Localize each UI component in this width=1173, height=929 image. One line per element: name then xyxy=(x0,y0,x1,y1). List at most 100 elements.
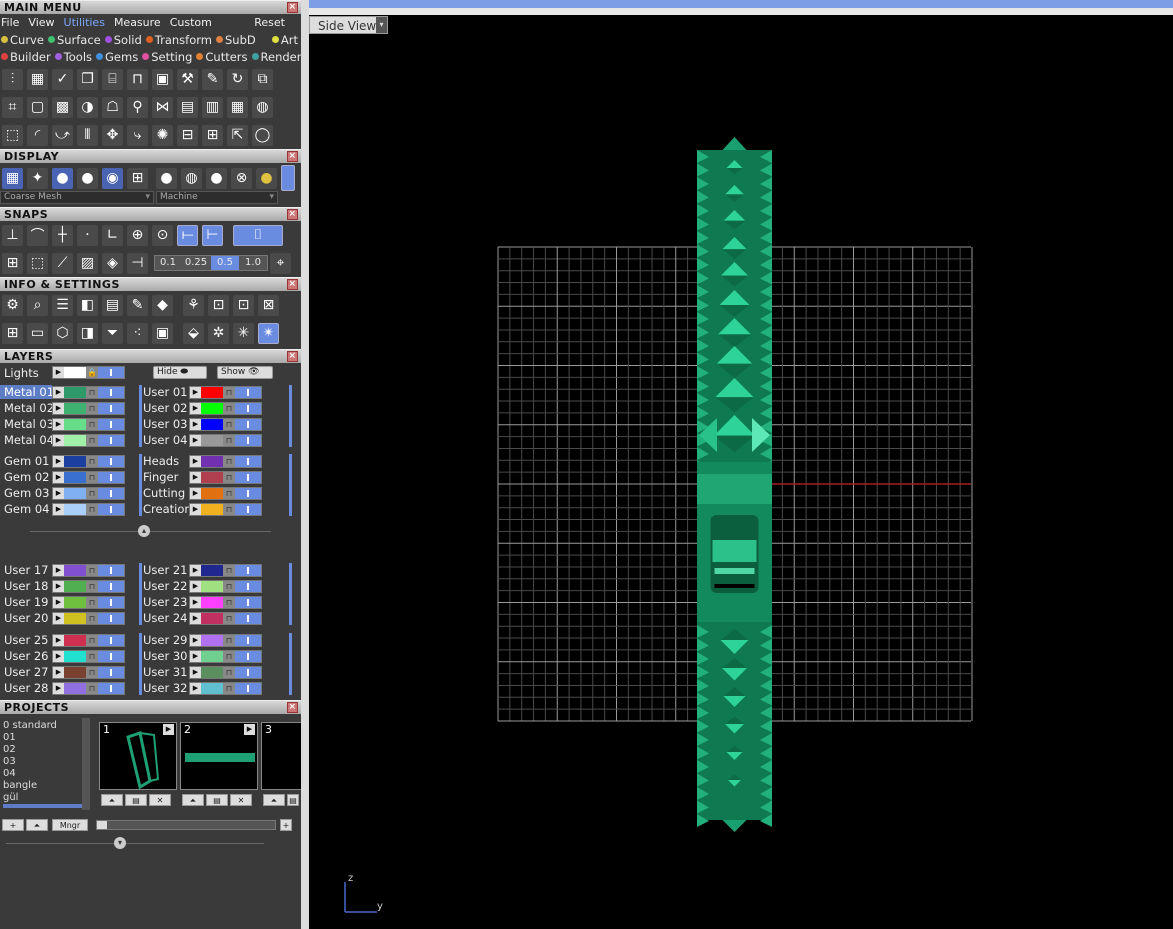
layer-name[interactable]: User 19 xyxy=(0,595,52,609)
pencil-icon[interactable]: ✎ xyxy=(202,68,223,90)
visibility-toggle[interactable] xyxy=(98,564,124,576)
category-solid[interactable]: Solid xyxy=(104,33,142,47)
lock-icon[interactable]: ⊓ xyxy=(86,650,98,662)
layer-menu-icon[interactable]: ▶ xyxy=(53,471,64,483)
load-icon[interactable]: ⏶ xyxy=(101,794,123,806)
lock-icon[interactable]: 🔒 xyxy=(86,367,98,378)
grid-icon[interactable]: ▦ xyxy=(227,96,248,118)
layer-color-swatch[interactable] xyxy=(64,386,86,398)
project-list-scrollbar[interactable] xyxy=(82,718,90,810)
layer-name[interactable]: User 30 xyxy=(139,649,189,663)
layer-name[interactable]: Gem 04 xyxy=(0,502,52,516)
layer-menu-icon[interactable]: ▶ xyxy=(190,682,201,694)
close-icon[interactable]: × xyxy=(287,351,298,362)
category-gems[interactable]: Gems xyxy=(95,50,138,64)
snap-circle-icon[interactable]: ⊙ xyxy=(152,224,173,246)
compass-icon[interactable]: ⊓ xyxy=(127,68,148,90)
project-item[interactable]: 0 standard xyxy=(3,720,91,732)
doc-icon[interactable]: ▣ xyxy=(152,68,173,90)
category-render[interactable]: Render xyxy=(251,50,301,64)
layer-menu-icon[interactable]: ▶ xyxy=(53,650,64,662)
visibility-toggle[interactable] xyxy=(235,666,261,678)
visibility-toggle[interactable] xyxy=(235,455,261,467)
sphere-1-icon[interactable]: ● xyxy=(156,167,177,189)
group-visibility-bar[interactable] xyxy=(139,563,142,625)
layer-color-swatch[interactable] xyxy=(201,650,223,662)
tools-icon[interactable]: ⚒ xyxy=(177,68,198,90)
layer-color-swatch[interactable] xyxy=(201,503,223,515)
quad-icon[interactable]: ⊞ xyxy=(127,167,148,189)
visibility-toggle[interactable] xyxy=(235,596,261,608)
project-thumb-1[interactable]: 1 ▶ xyxy=(99,722,177,790)
layer-menu-icon[interactable]: ▶ xyxy=(53,612,64,624)
layer-color-swatch[interactable] xyxy=(201,612,223,624)
close-icon[interactable]: × xyxy=(287,151,298,162)
snap-crosshair-icon[interactable]: ⌖ xyxy=(270,252,291,274)
snap-eye-icon[interactable]: ◈ xyxy=(102,252,123,274)
grid-size-0-1[interactable]: 0.1 xyxy=(155,256,181,270)
visibility-toggle[interactable] xyxy=(98,682,124,694)
group-visibility-bar[interactable] xyxy=(289,385,292,447)
snap-plane-icon[interactable]: ⊢ xyxy=(202,224,223,246)
menu-file[interactable]: File xyxy=(1,16,19,29)
project-slider[interactable] xyxy=(96,820,276,830)
lock-icon[interactable]: ⊓ xyxy=(223,682,235,694)
visibility-toggle[interactable] xyxy=(235,580,261,592)
visibility-toggle[interactable] xyxy=(98,471,124,483)
visibility-toggle[interactable] xyxy=(98,418,124,430)
lock-icon[interactable]: ⊓ xyxy=(86,471,98,483)
layer-color-swatch[interactable] xyxy=(64,564,86,576)
lock-icon[interactable]: ⊓ xyxy=(223,564,235,576)
category-cutters[interactable]: Cutters xyxy=(195,50,248,64)
lock-icon[interactable]: ⊓ xyxy=(86,386,98,398)
scale-icon[interactable]: ⧉ xyxy=(252,68,273,90)
layer-name[interactable]: Gem 02 xyxy=(0,470,52,484)
lock-icon[interactable]: ⊓ xyxy=(86,612,98,624)
project-item[interactable]: gül xyxy=(3,792,91,804)
layer-name[interactable]: User 18 xyxy=(0,579,52,593)
close-icon[interactable]: × xyxy=(287,209,298,220)
layer-menu-icon[interactable]: ▶ xyxy=(53,564,64,576)
lock-icon[interactable]: ⊓ xyxy=(223,612,235,624)
category-subd[interactable]: SubD xyxy=(215,33,256,47)
visibility-toggle[interactable] xyxy=(98,487,124,499)
lock-icon[interactable]: ⊓ xyxy=(86,455,98,467)
menu-utilities[interactable]: Utilities xyxy=(64,16,105,29)
load-icon[interactable]: ⏶ xyxy=(263,794,285,806)
close-icon[interactable]: × xyxy=(287,279,298,290)
layer-color-swatch[interactable] xyxy=(64,596,86,608)
layer-name[interactable]: Gem 01 xyxy=(0,454,52,468)
visibility-toggle[interactable] xyxy=(98,434,124,446)
layer-name[interactable]: User 29 xyxy=(139,633,189,647)
layer-color-swatch[interactable] xyxy=(201,634,223,646)
group-visibility-bar[interactable] xyxy=(139,633,142,695)
layer-color-swatch[interactable] xyxy=(201,487,223,499)
layer-color-swatch[interactable] xyxy=(201,402,223,414)
windows-icon[interactable]: ⊞ xyxy=(2,322,23,344)
layer-color-swatch[interactable] xyxy=(201,666,223,678)
visibility-toggle[interactable] xyxy=(235,471,261,483)
layer-menu-icon[interactable]: ▶ xyxy=(190,471,201,483)
lock-icon[interactable]: ⊓ xyxy=(86,666,98,678)
layer-color-swatch[interactable] xyxy=(201,471,223,483)
layer-color-swatch[interactable] xyxy=(64,682,86,694)
link-icon[interactable]: ⊞ xyxy=(202,124,223,146)
layer-menu-icon[interactable]: ▶ xyxy=(190,564,201,576)
layer-name[interactable]: User 22 xyxy=(139,579,189,593)
layer-color-swatch[interactable] xyxy=(201,455,223,467)
layer-name[interactable]: Heads xyxy=(139,454,189,468)
layer-name[interactable]: User 21 xyxy=(139,563,189,577)
collapse-icon[interactable]: ▾ xyxy=(114,837,126,849)
visibility-toggle[interactable] xyxy=(98,503,124,515)
layer-name[interactable]: User 01 xyxy=(139,385,189,399)
layer-menu-icon[interactable]: ▶ xyxy=(53,455,64,467)
project-thumb-2[interactable]: 2 ▶ xyxy=(180,722,258,790)
figure-icon[interactable]: ☖ xyxy=(102,96,123,118)
visibility-toggle[interactable] xyxy=(235,682,261,694)
glossy-sphere-icon[interactable]: ● xyxy=(77,167,98,189)
menu-view[interactable]: View xyxy=(28,16,54,29)
snap-box-icon[interactable]: ⬚ xyxy=(27,252,48,274)
add-slot-icon[interactable]: + xyxy=(280,819,292,831)
menu-measure[interactable]: Measure xyxy=(114,16,161,29)
mesh-select[interactable]: Coarse Mesh xyxy=(0,191,154,204)
